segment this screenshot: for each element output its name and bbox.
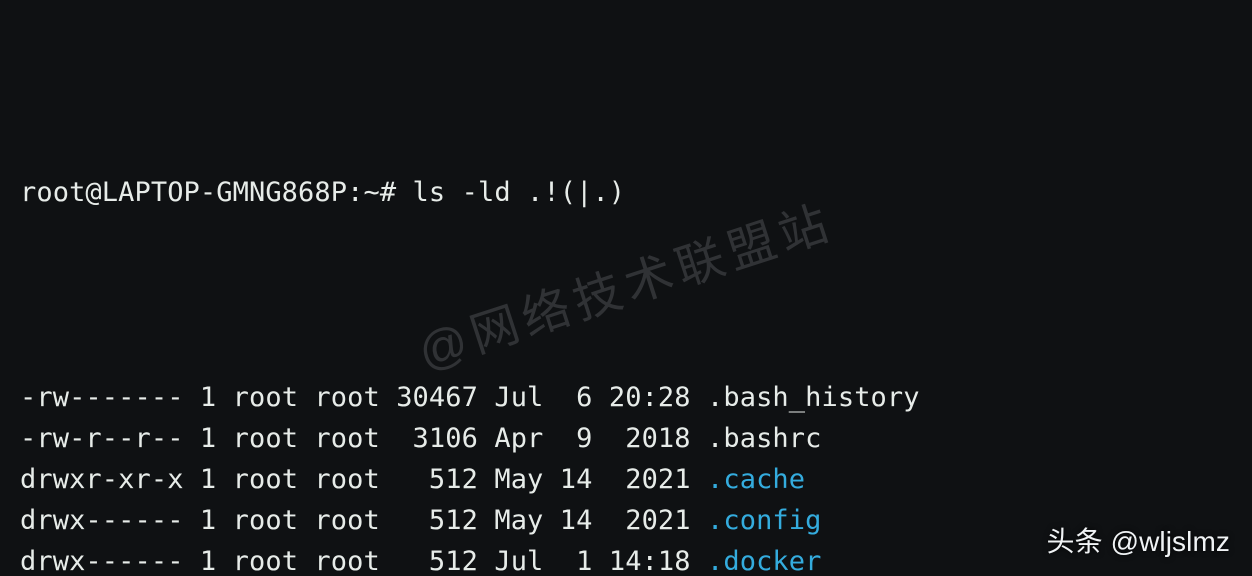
ls-group: root [314, 505, 379, 536]
ls-links: 1 [200, 423, 216, 454]
ls-row: drwxr-xr-x 1 root root 512 May 14 2021 .… [20, 459, 1242, 500]
prompt-symbol: # [380, 177, 396, 208]
ls-permissions: drwxr-xr-x [20, 464, 184, 495]
ls-permissions: -rw------- [20, 382, 184, 413]
ls-day: 14 [560, 464, 593, 495]
ls-day: 14 [560, 505, 593, 536]
ls-row: -rw------- 1 root root 30467 Jul 6 20:28… [20, 377, 1242, 418]
prompt-line-1: root@LAPTOP-GMNG868P:~# ls -ld .!(|.) [20, 172, 1242, 213]
prompt-path: ~ [363, 177, 379, 208]
ls-permissions: drwx------ [20, 505, 184, 536]
ls-month: Jul [494, 382, 543, 413]
prompt-user-host: root@LAPTOP-GMNG868P [20, 177, 347, 208]
ls-time: 2021 [609, 464, 691, 495]
ls-day: 6 [560, 382, 593, 413]
ls-filename: .bash_history [707, 382, 920, 413]
ls-filename: .config [707, 505, 822, 536]
ls-filename: .cache [707, 464, 805, 495]
ls-output: -rw------- 1 root root 30467 Jul 6 20:28… [20, 377, 1242, 576]
ls-size: 3106 [396, 423, 478, 454]
ls-row: drwx------ 1 root root 512 May 14 2021 .… [20, 500, 1242, 541]
ls-permissions: -rw-r--r-- [20, 423, 184, 454]
ls-month: May [494, 464, 543, 495]
ls-links: 1 [200, 382, 216, 413]
ls-owner: root [233, 423, 298, 454]
ls-time: 20:28 [609, 382, 691, 413]
ls-day: 1 [560, 546, 593, 576]
ls-group: root [314, 382, 379, 413]
terminal-window[interactable]: root@LAPTOP-GMNG868P:~# ls -ld .!(|.) -r… [0, 0, 1252, 576]
ls-permissions: drwx------ [20, 546, 184, 576]
ls-owner: root [233, 382, 298, 413]
ls-month: Apr [494, 423, 543, 454]
ls-month: Jul [494, 546, 543, 576]
ls-time: 14:18 [609, 546, 691, 576]
ls-links: 1 [200, 546, 216, 576]
command-text: ls -ld .!(|.) [413, 177, 626, 208]
ls-owner: root [233, 546, 298, 576]
ls-row: -rw-r--r-- 1 root root 3106 Apr 9 2018 .… [20, 418, 1242, 459]
ls-filename: .bashrc [707, 423, 822, 454]
ls-owner: root [233, 464, 298, 495]
ls-size: 512 [396, 546, 478, 576]
ls-month: May [494, 505, 543, 536]
ls-group: root [314, 464, 379, 495]
ls-time: 2018 [609, 423, 691, 454]
ls-filename: .docker [707, 546, 822, 576]
ls-row: drwx------ 1 root root 512 Jul 1 14:18 .… [20, 541, 1242, 576]
ls-day: 9 [560, 423, 593, 454]
ls-size: 512 [396, 505, 478, 536]
ls-size: 512 [396, 464, 478, 495]
ls-time: 2021 [609, 505, 691, 536]
ls-group: root [314, 423, 379, 454]
watermark-center-text: @网络技术联盟站 [414, 202, 838, 375]
ls-owner: root [233, 505, 298, 536]
ls-group: root [314, 546, 379, 576]
ls-links: 1 [200, 505, 216, 536]
ls-links: 1 [200, 464, 216, 495]
ls-size: 30467 [396, 382, 478, 413]
